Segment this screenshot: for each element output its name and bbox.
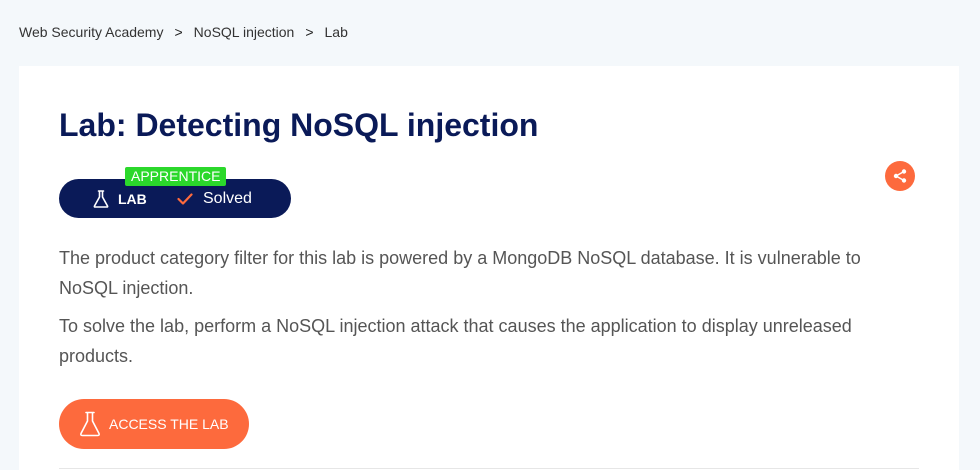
lab-card: Lab: Detecting NoSQL injection APPRENTIC… bbox=[19, 66, 959, 470]
flask-icon bbox=[93, 189, 109, 208]
checkmark-icon bbox=[177, 192, 193, 205]
breadcrumb-separator: > bbox=[305, 24, 314, 40]
access-lab-button[interactable]: ACCESS THE LAB bbox=[59, 399, 249, 449]
share-button[interactable] bbox=[885, 161, 915, 191]
lab-type-label: LAB bbox=[118, 190, 147, 207]
breadcrumb-item-web-security-academy[interactable]: Web Security Academy bbox=[19, 24, 163, 40]
level-badge: APPRENTICE bbox=[125, 167, 227, 186]
lab-type-tag: LAB bbox=[59, 189, 177, 208]
breadcrumb-item-lab[interactable]: Lab bbox=[325, 24, 348, 40]
breadcrumb: Web Security Academy > NoSQL injection >… bbox=[19, 24, 348, 40]
lab-description-paragraph: To solve the lab, perform a NoSQL inject… bbox=[59, 316, 852, 366]
lab-description-paragraph: The product category filter for this lab… bbox=[59, 248, 861, 298]
page: Web Security Academy > NoSQL injection >… bbox=[0, 0, 980, 470]
breadcrumb-separator: > bbox=[174, 24, 183, 40]
share-icon bbox=[893, 169, 907, 183]
solved-status: Solved bbox=[177, 190, 252, 208]
access-lab-label: ACCESS THE LAB bbox=[109, 416, 229, 432]
breadcrumb-item-nosql-injection[interactable]: NoSQL injection bbox=[194, 24, 295, 40]
page-title: Lab: Detecting NoSQL injection bbox=[59, 107, 539, 143]
flask-icon bbox=[80, 411, 100, 437]
divider bbox=[59, 468, 919, 469]
status-label: Solved bbox=[203, 189, 252, 207]
